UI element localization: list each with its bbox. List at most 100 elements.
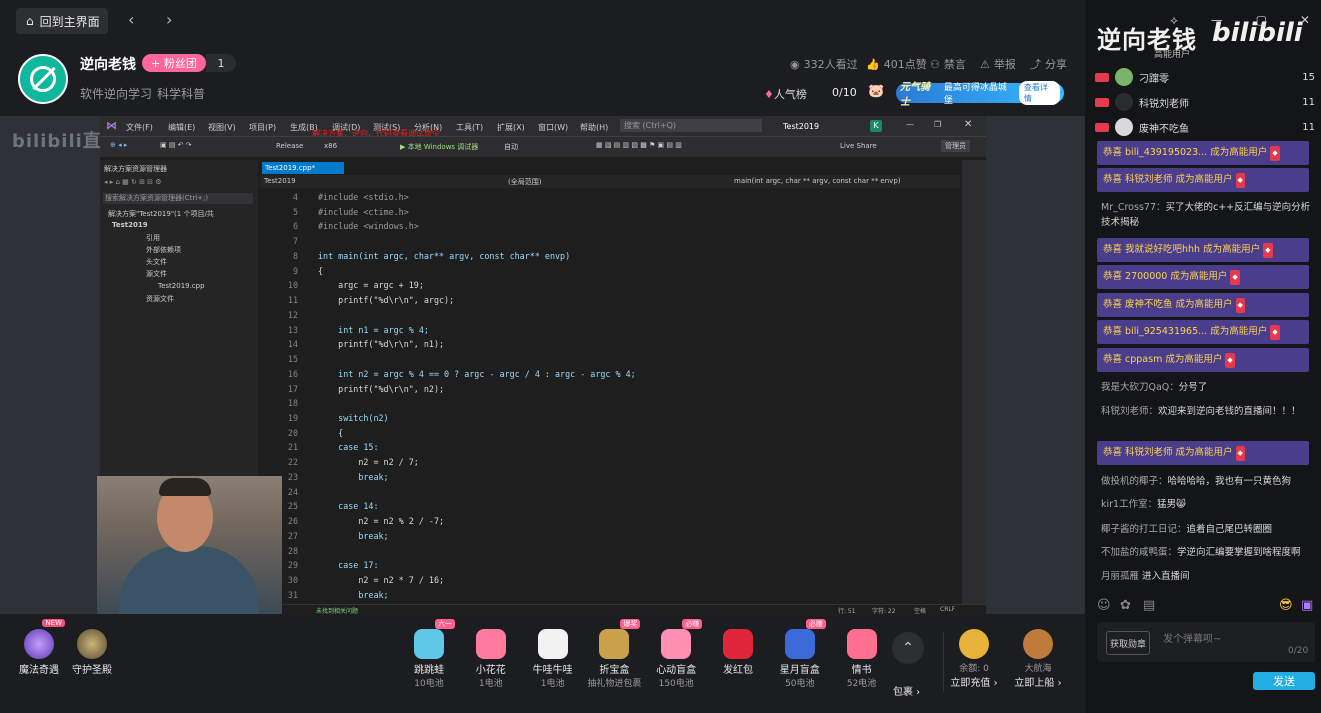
chat-message[interactable]: 椰子酱的打工日记：追着自己尾巴转圈圈 xyxy=(1097,522,1317,537)
vs-menu-extensions[interactable]: 扩展(X) xyxy=(497,122,525,133)
chat-message[interactable]: 做投机的椰子：哈哈哈哈，我也有一只黄色狗 xyxy=(1097,474,1317,489)
code-line[interactable]: { xyxy=(318,426,636,441)
config-select[interactable]: Release xyxy=(276,142,303,150)
system-message[interactable]: 恭喜 2700000 成为高能用户 ◆ xyxy=(1097,265,1309,289)
code-line[interactable]: int n1 = argc % 4; xyxy=(318,323,636,338)
message-user[interactable]: 椰子酱的打工日记： xyxy=(1101,524,1187,535)
code-line[interactable]: argc = argc + 19; xyxy=(318,278,636,293)
code-line[interactable] xyxy=(318,352,636,367)
vs-menu-file[interactable]: 文件(F) xyxy=(126,122,153,133)
close-window-icon[interactable]: ✕ xyxy=(1300,13,1310,28)
home-button[interactable]: ⌂ 回到主界面 xyxy=(16,8,108,34)
toolbar-icons[interactable]: ▦ ▧ ▤ ▥ ▨ ▩ ⚑ ▣ ▤ ▥ xyxy=(596,141,682,149)
pin-icon[interactable]: ⟡ xyxy=(1170,13,1178,28)
header-files-node[interactable]: 头文件 xyxy=(146,257,167,267)
project-node[interactable]: Test2019 xyxy=(112,221,148,229)
gift-item[interactable]: 必赚 星月盲盒 50电池 xyxy=(772,619,828,689)
vs-menu-help[interactable]: 帮助(H) xyxy=(580,122,608,133)
streamer-name[interactable]: 逆向老钱 xyxy=(80,54,136,74)
mute-button[interactable]: ⚇ 禁言 xyxy=(930,56,966,72)
code-line[interactable]: #include <ctime.h> xyxy=(318,205,636,220)
code-line[interactable]: { xyxy=(318,264,636,279)
rank-row[interactable]: 废神不吃鱼 11 xyxy=(1095,118,1315,136)
gift-item[interactable]: 牛哇牛哇 1电池 xyxy=(525,625,581,689)
recharge-button[interactable]: 余额: 0 立即充值 › xyxy=(946,625,1002,689)
minimize-window-icon[interactable]: — xyxy=(1211,13,1223,28)
voyage-button[interactable]: 大航海 立即上船 › xyxy=(1010,625,1066,689)
code-line[interactable] xyxy=(318,485,636,500)
vs-account-badge[interactable]: K xyxy=(870,120,882,132)
gift-item[interactable]: 必赚 心动盲盒 150电池 xyxy=(648,619,704,689)
save-icon[interactable]: ▣ ▤ ↶ ↷ xyxy=(160,141,192,149)
chevron-left-icon[interactable]: ‹ xyxy=(128,10,134,29)
system-message[interactable]: 恭喜 cppasm 成为高能用户 ◆ xyxy=(1097,348,1309,372)
rank-row[interactable]: 刁蹿零 15 xyxy=(1095,68,1315,86)
chat-message[interactable]: 月丽孤雁 进入直播间 xyxy=(1097,569,1317,584)
chat-message[interactable]: Mr_Cross77：买了大佬的c++反汇编与逆向分析技术揭秘 xyxy=(1097,200,1317,230)
message-user[interactable]: 月丽孤雁 xyxy=(1101,571,1139,582)
emoji-icon[interactable]: ☺ xyxy=(1097,598,1111,613)
send-button[interactable]: 发送 xyxy=(1253,672,1315,690)
tag-science[interactable]: 科学科普 xyxy=(157,85,205,102)
system-message[interactable]: 恭喜 bili_439195023... 成为高能用户 ◆ xyxy=(1097,141,1309,165)
code-line[interactable]: break; xyxy=(318,529,636,544)
magic-adventure-button[interactable]: NEW 魔法奇遇 xyxy=(11,619,67,676)
code-line[interactable]: case 17: xyxy=(318,558,636,573)
code-line[interactable]: int n2 = argc % 4 == 0 ? argc - argc / 4… xyxy=(318,367,636,382)
maximize-window-icon[interactable]: ▢ xyxy=(1256,13,1267,28)
promo-detail-button[interactable]: 查看详情 xyxy=(1018,81,1060,105)
card-icon[interactable]: ▤ xyxy=(1143,598,1155,613)
run-mode-select[interactable]: 自动 xyxy=(504,142,518,152)
danmaku-icon[interactable]: ▣ xyxy=(1301,598,1313,613)
code-line[interactable]: n2 = n2 % 2 / -7; xyxy=(318,514,636,529)
tab-test2019-cpp[interactable]: Test2019.cpp* xyxy=(262,162,344,174)
avatar[interactable] xyxy=(18,54,68,104)
vs-menu-view[interactable]: 视图(V) xyxy=(208,122,236,133)
code-line[interactable]: printf("%d\r\n", n2); xyxy=(318,382,636,397)
close-icon[interactable]: ✕ xyxy=(964,119,972,130)
message-user[interactable]: 做投机的椰子： xyxy=(1101,476,1168,487)
nav-function[interactable]: main(int argc, char ** argv, const char … xyxy=(734,177,901,185)
message-user[interactable]: 科锐刘老师： xyxy=(1101,406,1158,417)
minimize-icon[interactable]: — xyxy=(906,120,914,129)
vs-menu-project[interactable]: 项目(P) xyxy=(249,122,276,133)
guard-palace-button[interactable]: 守护圣殿 xyxy=(64,625,120,676)
code-line[interactable]: printf("%d\r\n", argc); xyxy=(318,293,636,308)
platform-select[interactable]: x86 xyxy=(324,142,337,150)
package-button[interactable]: 包裹 › xyxy=(893,683,920,698)
code-line[interactable] xyxy=(318,396,636,411)
resource-files-node[interactable]: 资源文件 xyxy=(146,294,174,304)
solution-search-input[interactable]: 搜索解决方案资源管理器(Ctrl+;) xyxy=(103,193,253,204)
message-user[interactable]: 我是大砍刀QaQ： xyxy=(1101,382,1179,393)
chat-message[interactable]: 科锐刘老师：欢迎来到逆向老钱的直播间！！！ xyxy=(1097,404,1317,419)
tag-reverse[interactable]: 软件逆向学习 xyxy=(80,85,152,102)
code-line[interactable] xyxy=(318,234,636,249)
fans-club-button[interactable]: + 粉丝团 xyxy=(142,54,206,72)
get-medal-button[interactable]: 获取勋章 xyxy=(1106,631,1150,655)
promo-banner[interactable]: 元气骑士 最高可得冰晶城堡 查看详情 xyxy=(896,81,1064,108)
live-share-button[interactable]: Live Share xyxy=(840,142,877,150)
back-icon[interactable]: ⊕ ◂ ▸ xyxy=(110,141,127,149)
code-line[interactable]: printf("%d\r\n", n1); xyxy=(318,337,636,352)
gift-item[interactable]: 爆奖 折宝盒 抽礼物进包裹 xyxy=(586,619,642,689)
gift-item[interactable]: 发红包 xyxy=(710,625,766,676)
chat-message[interactable]: 我是大砍刀QaQ：分号了 xyxy=(1097,380,1317,395)
likes-stat[interactable]: 👍 401点赞 xyxy=(866,56,927,72)
external-deps-node[interactable]: 外部依赖项 xyxy=(146,245,181,255)
code-lines[interactable]: #include <stdio.h> #include <ctime.h> #inc… xyxy=(318,190,636,603)
pig-icon[interactable]: 🐷 xyxy=(868,84,884,99)
nav-scope[interactable]: (全局范围) xyxy=(508,177,541,187)
code-line[interactable]: switch(n2) xyxy=(318,411,636,426)
code-line[interactable]: #include <stdio.h> xyxy=(318,190,636,205)
code-line[interactable]: n2 = n2 / 7; xyxy=(318,455,636,470)
source-files-node[interactable]: 源文件 xyxy=(146,269,167,279)
message-user[interactable]: Mr_Cross77： xyxy=(1101,202,1165,213)
vs-menu-window[interactable]: 窗口(W) xyxy=(538,122,568,133)
vs-menu-tools[interactable]: 工具(T) xyxy=(456,122,483,133)
code-line[interactable]: n2 = n2 * 7 / 16; xyxy=(318,573,636,588)
system-message[interactable]: 恭喜 我就说好吃吧hhh 成为高能用户 ◆ xyxy=(1097,238,1309,262)
code-line[interactable]: int main(int argc, char** argv, const ch… xyxy=(318,249,636,264)
system-message[interactable]: 恭喜 bili_925431965... 成为高能用户 ◆ xyxy=(1097,320,1309,344)
vs-menu-edit[interactable]: 编辑(E) xyxy=(168,122,195,133)
message-user[interactable]: kir1工作室： xyxy=(1101,499,1157,510)
